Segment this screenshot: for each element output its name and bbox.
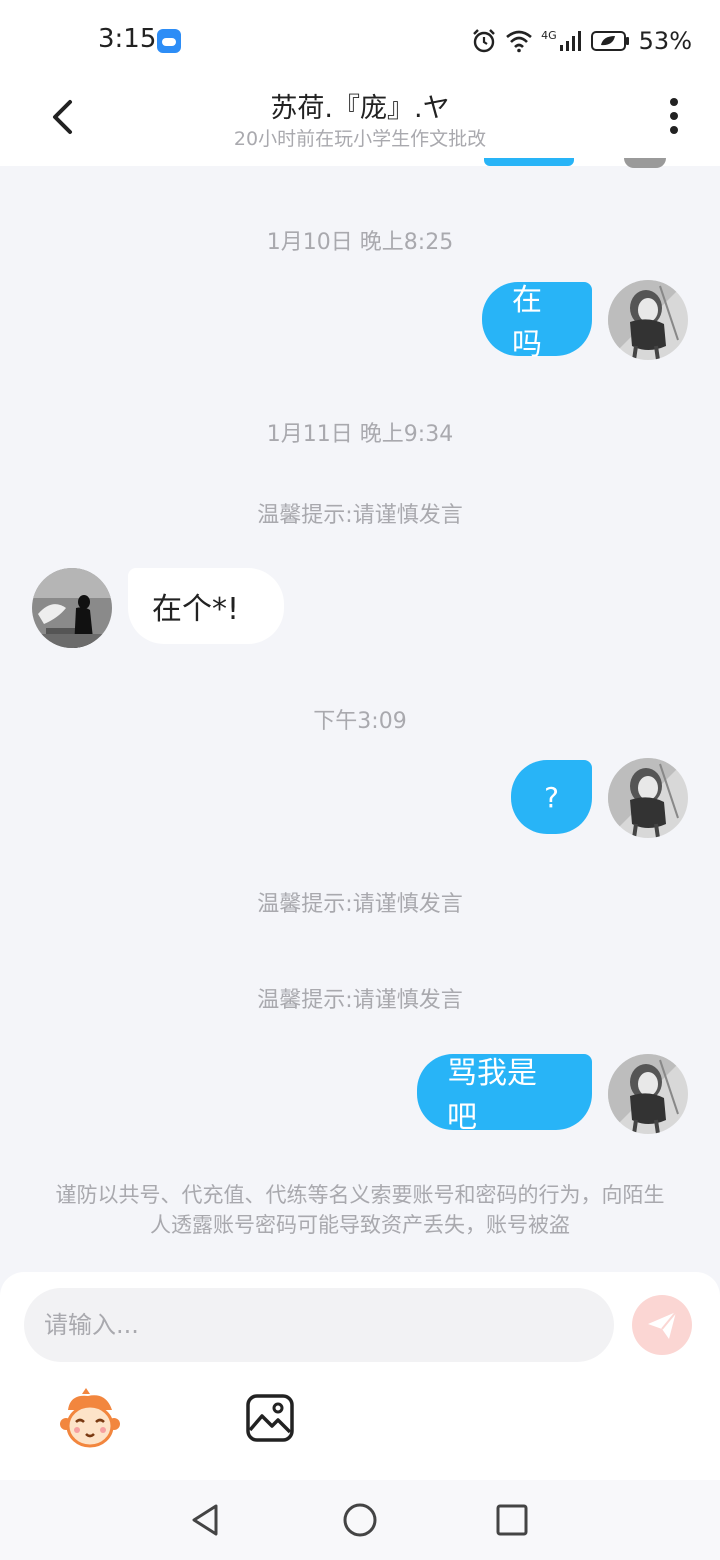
timestamp: 1月10日 晚上8:25 <box>266 230 454 255</box>
message-bubble-out[interactable]: ? <box>511 760 592 834</box>
contact-name: 苏荷.『庞』.ヤ <box>270 93 450 124</box>
chat-header: 苏荷.『庞』.ヤ 20小时前在玩小学生作文批改 <box>0 80 720 166</box>
signal-icon <box>559 31 581 51</box>
nav-home-icon[interactable] <box>340 1500 380 1540</box>
tip-message: 温馨提示:请谨慎发言 <box>257 503 463 528</box>
tip-message: 温馨提示:请谨慎发言 <box>257 892 463 917</box>
contact-status: 20小时前在玩小学生作文批改 <box>233 128 487 150</box>
security-notice: 谨防以共号、代充值、代练等名义索要账号和密码的行为，向陌生人透露账号密码可能导致… <box>55 1183 665 1237</box>
battery-level: 53% <box>638 27 692 55</box>
emoji-icon[interactable] <box>58 1388 122 1452</box>
my-avatar[interactable] <box>608 280 688 360</box>
message-bubble-out[interactable]: 在吗 <box>482 282 592 362</box>
nav-recent-apps-icon[interactable] <box>492 1500 532 1540</box>
weather-icon <box>157 29 181 53</box>
message-bubble-in[interactable]: 在个*! <box>128 568 284 644</box>
send-button[interactable] <box>632 1295 692 1355</box>
battery-icon <box>590 31 629 51</box>
wifi-icon <box>506 30 532 53</box>
more-options-icon[interactable] <box>656 96 692 136</box>
input-panel <box>0 1272 720 1480</box>
timestamp: 下午3:09 <box>313 709 407 734</box>
status-icons: 4G 53% <box>471 26 692 56</box>
message-bubble-out[interactable]: 骂我是吧 <box>417 1054 592 1135</box>
tip-message: 温馨提示:请谨慎发言 <box>257 988 463 1013</box>
partial-avatar <box>624 158 666 168</box>
status-bar: 3:15 4G 53% <box>0 0 720 80</box>
image-icon[interactable] <box>244 1392 296 1444</box>
contact-avatar[interactable] <box>32 568 112 648</box>
status-time: 3:15 <box>98 24 157 54</box>
alarm-icon <box>473 29 495 53</box>
send-icon <box>648 1311 677 1339</box>
message-input[interactable] <box>24 1288 614 1362</box>
timestamp: 1月11日 晚上9:34 <box>266 422 454 447</box>
system-navigation-bar <box>0 1480 720 1560</box>
network-type: 4G <box>541 28 557 42</box>
my-avatar[interactable] <box>608 758 688 838</box>
nav-back-icon[interactable] <box>186 1500 226 1540</box>
partial-message-bubble <box>484 158 574 166</box>
message-list[interactable]: 1月10日 晚上8:25 在吗 1月11日 晚上9:34 温馨提示:请谨慎发言 … <box>0 158 720 1272</box>
my-avatar[interactable] <box>608 1054 688 1134</box>
